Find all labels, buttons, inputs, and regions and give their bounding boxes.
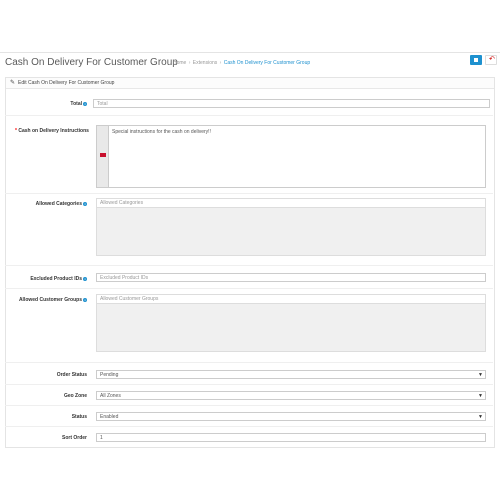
- total-input[interactable]: Total: [93, 99, 490, 108]
- divider: [5, 115, 493, 116]
- status-label: Status: [71, 414, 87, 420]
- categories-label: Allowed Categories i: [35, 201, 87, 207]
- divider: [5, 362, 493, 363]
- customer-groups-input[interactable]: Allowed Customer Groups: [97, 295, 485, 304]
- panel-heading-title: Edit Cash On Delivery For Customer Group: [18, 80, 115, 86]
- panel-heading: ✎ Edit Cash On Delivery For Customer Gro…: [6, 78, 494, 89]
- breadcrumb: Home › Extensions › Cash On Delivery For…: [173, 60, 311, 66]
- sort-order-label: Sort Order: [61, 435, 87, 441]
- instructions-textarea[interactable]: Special instructions for the cash on del…: [108, 125, 486, 188]
- breadcrumb-current[interactable]: Cash On Delivery For Customer Group: [224, 60, 310, 66]
- divider: [5, 288, 493, 289]
- geo-zone-label: Geo Zone: [63, 393, 87, 399]
- info-icon[interactable]: i: [83, 101, 87, 106]
- order-status-select[interactable]: Pending ▼: [96, 370, 486, 379]
- chevron-down-icon: ▼: [478, 372, 483, 378]
- total-label: Total i: [70, 101, 87, 107]
- chevron-down-icon: ▼: [478, 414, 483, 420]
- customer-groups-label: Allowed Customer Groups i: [18, 297, 87, 303]
- order-status-label: Order Status: [56, 372, 87, 378]
- instructions-label: * Cash on Delivery Instructions: [15, 128, 89, 134]
- chevron-down-icon: ▼: [478, 393, 483, 399]
- save-button[interactable]: [470, 55, 482, 65]
- info-icon[interactable]: i: [83, 276, 87, 281]
- divider: [5, 426, 493, 427]
- divider: [5, 405, 493, 406]
- categories-box: Allowed Categories: [96, 198, 486, 256]
- info-icon[interactable]: i: [83, 297, 87, 302]
- page-header: Cash On Delivery For Customer Group Home…: [0, 52, 500, 73]
- excluded-products-label: Excluded Product IDs i: [30, 276, 87, 282]
- excluded-products-input[interactable]: Excluded Product IDs: [96, 273, 486, 282]
- pencil-icon: ✎: [10, 80, 16, 86]
- divider: [5, 265, 493, 266]
- geo-zone-select[interactable]: All Zones ▼: [96, 391, 486, 400]
- info-icon[interactable]: i: [83, 201, 87, 206]
- back-button[interactable]: [485, 55, 497, 65]
- sort-order-input[interactable]: 1: [96, 433, 486, 442]
- uk-flag-icon: [100, 153, 106, 157]
- categories-input[interactable]: Allowed Categories: [97, 199, 485, 208]
- breadcrumb-extensions[interactable]: Extensions: [193, 60, 217, 66]
- breadcrumb-home[interactable]: Home: [173, 60, 186, 66]
- divider: [5, 193, 493, 194]
- status-select[interactable]: Enabled ▼: [96, 412, 486, 421]
- customer-groups-box: Allowed Customer Groups: [96, 294, 486, 352]
- page-title: Cash On Delivery For Customer Group: [5, 57, 178, 68]
- divider: [5, 384, 493, 385]
